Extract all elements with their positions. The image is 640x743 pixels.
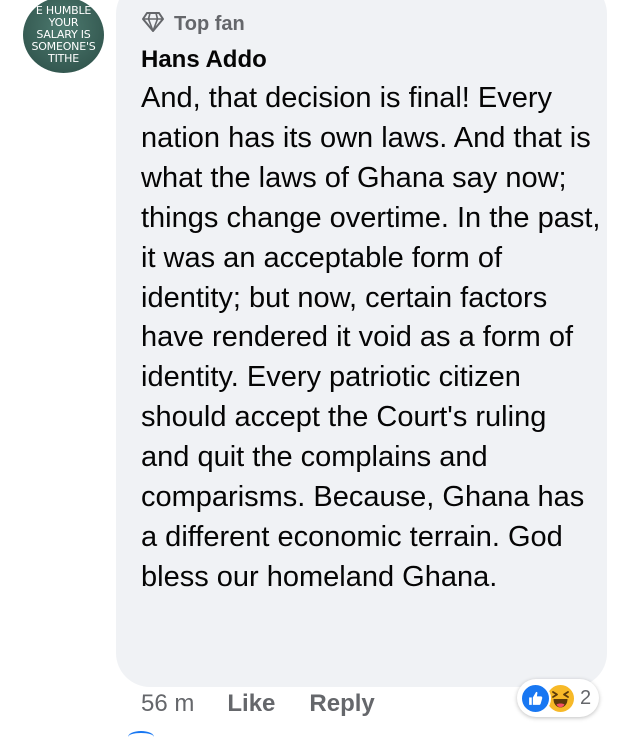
diamond-icon xyxy=(141,11,165,38)
reaction-count: 2 xyxy=(580,686,592,709)
comment-text: And, that decision is final! Every natio… xyxy=(141,82,601,593)
timestamp[interactable]: 56 m xyxy=(141,690,194,718)
comment-actions: 56 m Like Reply xyxy=(141,690,375,718)
avatar[interactable]: E HUMBLE YOUR SALARY IS SOMEONE'S TITHE xyxy=(23,0,104,73)
top-fan-badge[interactable]: Top fan xyxy=(141,11,245,38)
avatar-text-line: TITHE xyxy=(48,52,79,65)
like-reaction-icon xyxy=(520,682,551,714)
reactions-summary[interactable]: 2 xyxy=(517,679,600,717)
author-name[interactable]: Hans Addo xyxy=(141,46,267,74)
next-item-edge xyxy=(128,731,154,743)
like-button[interactable]: Like xyxy=(227,690,275,718)
reply-button[interactable]: Reply xyxy=(309,690,374,718)
badge-label: Top fan xyxy=(174,12,245,35)
